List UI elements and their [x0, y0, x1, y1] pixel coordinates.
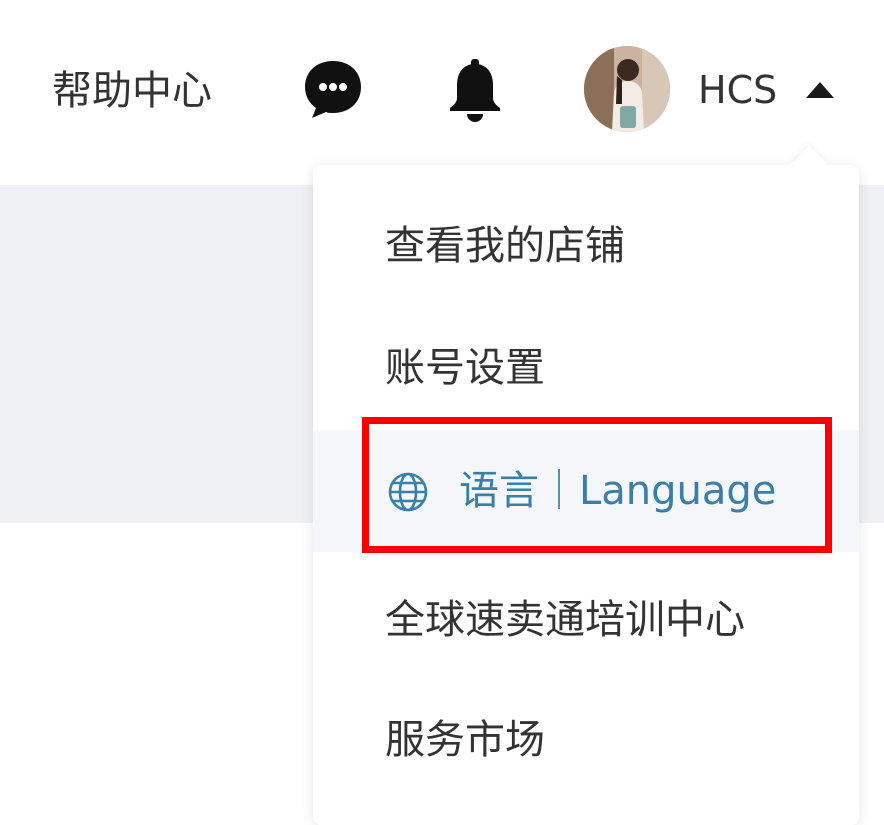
menu-item-view-my-store[interactable]: 查看我的店铺 [313, 185, 859, 307]
avatar-photo [584, 46, 670, 132]
top-header: 帮助中心 HCS [0, 0, 884, 185]
menu-item-language[interactable]: 语言｜Language [313, 430, 859, 552]
chat-bubble-icon[interactable] [302, 58, 364, 120]
menu-item-label: 语言｜Language [459, 468, 777, 514]
bell-icon[interactable] [446, 58, 504, 122]
globe-icon [388, 472, 428, 512]
menu-item-label: 全球速卖通培训中心 [385, 597, 745, 643]
avatar [584, 46, 670, 132]
user-dropdown-menu: 查看我的店铺 账号设置 语言｜Language 全球速卖通培训中心 服务市场 [313, 145, 859, 825]
menu-item-label: 账号设置 [385, 345, 545, 391]
menu-item-account-settings[interactable]: 账号设置 [313, 307, 859, 429]
menu-item-label: 服务市场 [385, 717, 545, 763]
menu-item-label: 查看我的店铺 [385, 223, 625, 269]
menu-item-training-center[interactable]: 全球速卖通培训中心 [313, 559, 859, 681]
caret-up-icon [806, 82, 834, 98]
user-menu-toggle[interactable]: HCS [584, 46, 844, 134]
user-name: HCS [698, 68, 778, 112]
help-center-link[interactable]: 帮助中心 [52, 64, 212, 118]
menu-item-service-market[interactable]: 服务市场 [313, 679, 859, 801]
